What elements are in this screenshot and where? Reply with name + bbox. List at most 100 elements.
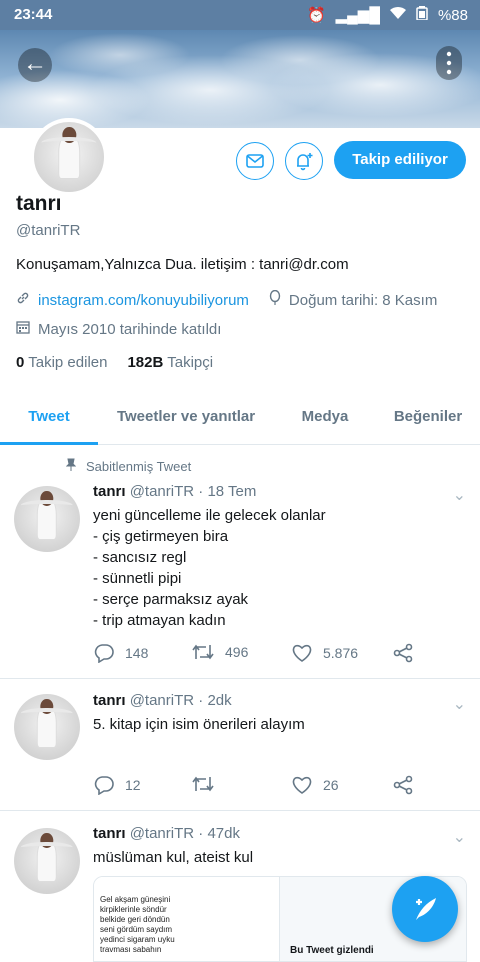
following-button[interactable]: Takip ediliyor	[334, 141, 466, 179]
profile-name: tanrı	[16, 192, 62, 215]
status-bar: 23:44 ⏰ ▂▄▆█ %88	[0, 0, 480, 30]
bell-plus-icon	[297, 153, 313, 171]
tab-tweets[interactable]: Tweet	[0, 390, 98, 445]
tab-likes[interactable]: Beğeniler	[376, 390, 480, 444]
retweet-button[interactable]: 496	[191, 643, 248, 661]
tweet-divider	[0, 810, 480, 811]
battery-icon	[416, 6, 428, 24]
wifi-icon	[389, 6, 406, 24]
tweet-avatar[interactable]	[14, 694, 80, 760]
tab-media[interactable]: Medya	[274, 390, 376, 444]
retweet-icon	[192, 644, 214, 660]
profile-handle: @tanriTR	[16, 222, 81, 239]
profile-joined-row: Mayıs 2010 tarihinde katıldı	[16, 320, 221, 338]
avatar-figure	[20, 839, 74, 881]
reply-button[interactable]: 148	[93, 643, 148, 663]
tweet-avatar[interactable]	[14, 486, 80, 552]
alarm-icon: ⏰	[306, 7, 326, 24]
retweet-count: 496	[225, 644, 249, 660]
balloon-icon	[269, 289, 281, 310]
chevron-down-icon: ⌄	[452, 829, 466, 846]
retweet-icon	[192, 776, 214, 792]
followers-count: 182B	[127, 354, 164, 371]
tweet-menu-button[interactable]: ⌄	[453, 827, 466, 847]
share-button[interactable]	[393, 643, 413, 663]
compose-feather-icon	[416, 898, 436, 920]
follow-counts: 0 Takip edilen 182B Takipçi	[16, 354, 213, 371]
profile-bio: Konuşamam,Yalnızca Dua. iletişim : tanri…	[16, 256, 349, 273]
pinned-label: Sabitlenmiş Tweet	[65, 458, 192, 475]
calendar-icon	[16, 320, 30, 338]
followers-count-link[interactable]: 182B Takipçi	[127, 354, 213, 371]
following-count: 0	[16, 354, 25, 371]
tweet-handle: @tanriTR	[129, 692, 195, 709]
tweet-header: tanrı @tanriTR · 47dk	[93, 825, 240, 842]
tweet-handle: @tanriTR	[129, 825, 195, 842]
chevron-down-icon: ⌄	[452, 487, 466, 504]
tweet-author[interactable]: tanrı	[93, 483, 126, 500]
tweet-time: 2dk	[207, 692, 232, 709]
following-label: Takip edilen	[28, 354, 108, 371]
like-count: 5.876	[323, 645, 359, 661]
tweet-actions: 148 496 5.876	[93, 643, 423, 667]
heart-icon	[292, 644, 312, 662]
share-button[interactable]	[393, 775, 413, 795]
tab-tweets-replies[interactable]: Tweetler ve yanıtlar	[98, 390, 274, 444]
like-count: 26	[323, 777, 339, 793]
back-button[interactable]: ←	[18, 48, 52, 82]
tweet-handle: @tanriTR	[129, 483, 195, 500]
heart-icon	[292, 776, 312, 794]
arrow-left-icon: ←	[23, 50, 47, 77]
profile-joined: Mayıs 2010 tarihinde katıldı	[38, 320, 222, 338]
avatar-figure	[20, 705, 74, 747]
tweet-header: tanrı @tanriTR · 2dk	[93, 692, 232, 709]
signal-icon: ▂▄▆█	[335, 7, 380, 24]
tweet-author[interactable]: tanrı	[93, 692, 126, 709]
following-count-link[interactable]: 0 Takip edilen	[16, 354, 107, 371]
tweet-text: yeni güncelleme ile gelecek olanlar - çi…	[93, 507, 326, 629]
profile-avatar[interactable]	[30, 118, 108, 196]
profile-birthday: Doğum tarihi: 8 Kasım	[288, 291, 438, 309]
like-button[interactable]: 26	[291, 775, 339, 795]
tweet-text: müslüman kul, ateist kul	[93, 849, 254, 866]
status-time: 23:44	[14, 6, 53, 23]
tweet-actions: 12 26	[93, 775, 423, 799]
media-hidden-label: Bu Tweet gizlendi	[290, 945, 374, 956]
reply-icon	[94, 644, 114, 663]
status-icons: ⏰ ▂▄▆█ %88	[307, 6, 468, 24]
share-icon	[393, 775, 413, 795]
like-button[interactable]: 5.876	[291, 643, 358, 663]
message-button[interactable]	[236, 142, 274, 180]
avatar-figure	[20, 497, 74, 539]
pin-icon	[65, 458, 77, 475]
avatar-figure	[41, 134, 96, 178]
media-image-text: Gel akşam güneşini kirpiklerinle söndür …	[94, 877, 280, 961]
chevron-down-icon: ⌄	[452, 696, 466, 713]
more-vertical-icon	[446, 51, 452, 75]
reply-count: 148	[125, 645, 149, 661]
profile-meta-row: instagram.com/konuyubiliyorum Doğum tari…	[16, 289, 476, 310]
pinned-text: Sabitlenmiş Tweet	[86, 459, 192, 474]
tweet-menu-button[interactable]: ⌄	[453, 485, 466, 505]
battery-percent: %88	[437, 6, 468, 24]
retweet-button[interactable]	[191, 775, 215, 793]
followers-label: Takipçi	[167, 354, 214, 371]
tweet-menu-button[interactable]: ⌄	[453, 694, 466, 714]
tweet-avatar[interactable]	[14, 828, 80, 894]
notifications-button[interactable]	[285, 142, 323, 180]
tweet-text: 5. kitap için isim önerileri alayım	[93, 716, 305, 733]
reply-count: 12	[125, 777, 141, 793]
tweet-author[interactable]: tanrı	[93, 825, 126, 842]
tweet-divider	[0, 678, 480, 679]
tweet-time: 18 Tem	[207, 483, 257, 500]
reply-icon	[94, 776, 114, 795]
tweet-header: tanrı @tanriTR · 18 Tem	[93, 483, 257, 500]
link-icon	[16, 291, 30, 309]
more-options-button[interactable]	[436, 46, 462, 80]
tweet-time: 47dk	[207, 825, 240, 842]
compose-tweet-button[interactable]	[392, 876, 458, 942]
reply-button[interactable]: 12	[93, 775, 141, 795]
share-icon	[393, 643, 413, 663]
mail-icon	[246, 154, 264, 168]
profile-link[interactable]: instagram.com/konuyubiliyorum	[38, 292, 249, 309]
